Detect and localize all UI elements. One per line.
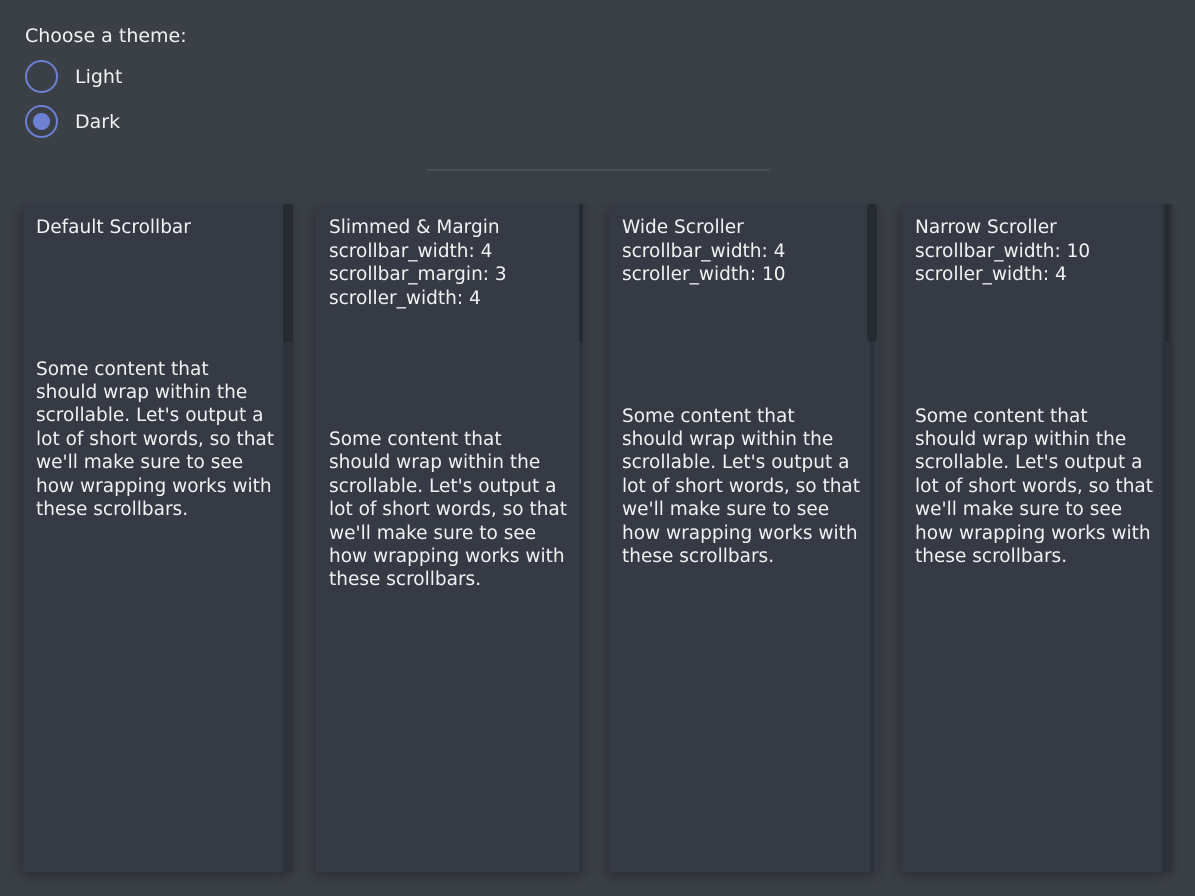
panel-title: Wide Scroller	[622, 216, 879, 240]
panel-header: Narrow Scroller scrollbar_width: 10 scro…	[915, 216, 1172, 287]
scroll-panel-wide-scroller[interactable]: Wide Scroller scrollbar_width: 4 scrolle…	[609, 204, 879, 872]
panel-body-text: Some content that should wrap within the…	[915, 405, 1154, 569]
horizontal-divider	[426, 169, 770, 171]
scroll-panel-slimmed-margin[interactable]: Slimmed & Margin scrollbar_width: 4 scro…	[316, 204, 586, 872]
panel-config-line: scrollbar_margin: 3	[329, 263, 586, 287]
scrollbar-thumb[interactable]	[579, 204, 583, 342]
panel-body-text: Some content that should wrap within the…	[329, 428, 568, 592]
radio-option-dark[interactable]: Dark	[25, 105, 1195, 138]
panel-title: Default Scrollbar	[36, 216, 293, 240]
scrollbar-thumb[interactable]	[1165, 204, 1169, 342]
radio-option-light-label: Light	[75, 66, 122, 88]
panel-body-text: Some content that should wrap within the…	[36, 358, 275, 522]
theme-chooser: Choose a theme: Light Dark	[0, 0, 1195, 138]
theme-prompt: Choose a theme:	[25, 25, 1195, 47]
panel-content: Slimmed & Margin scrollbar_width: 4 scro…	[316, 204, 586, 592]
radio-selected-icon[interactable]	[25, 105, 58, 138]
panel-config-line: scrollbar_width: 10	[915, 240, 1172, 264]
scroll-panel-default-scrollbar[interactable]: Default Scrollbar Some content that shou…	[23, 204, 293, 872]
scrollbar-thumb[interactable]	[867, 204, 877, 342]
panel-header: Wide Scroller scrollbar_width: 4 scrolle…	[622, 216, 879, 287]
panel-title: Slimmed & Margin	[329, 216, 586, 240]
scrollbar-thumb[interactable]	[283, 204, 293, 342]
radio-unselected-icon[interactable]	[25, 60, 58, 93]
app-window: Choose a theme: Light Dark Default Scrol…	[0, 0, 1195, 896]
scroll-panel-narrow-scroller[interactable]: Narrow Scroller scrollbar_width: 10 scro…	[902, 204, 1172, 872]
radio-option-light[interactable]: Light	[25, 60, 1195, 93]
panel-content: Narrow Scroller scrollbar_width: 10 scro…	[902, 204, 1172, 568]
panel-config-line: scroller_width: 4	[915, 263, 1172, 287]
panel-config-line: scroller_width: 4	[329, 287, 586, 311]
panel-content: Wide Scroller scrollbar_width: 4 scrolle…	[609, 204, 879, 568]
panel-config-line: scrollbar_width: 4	[329, 240, 586, 264]
panel-body-text: Some content that should wrap within the…	[622, 405, 861, 569]
panel-header: Default Scrollbar	[36, 216, 293, 240]
panel-title: Narrow Scroller	[915, 216, 1172, 240]
panel-config-line: scroller_width: 10	[622, 263, 879, 287]
radio-option-dark-label: Dark	[75, 111, 120, 133]
scrollbar-demo-panels: Default Scrollbar Some content that shou…	[0, 204, 1195, 872]
panel-header: Slimmed & Margin scrollbar_width: 4 scro…	[329, 216, 586, 310]
radio-dot	[33, 113, 50, 130]
panel-content: Default Scrollbar Some content that shou…	[23, 204, 293, 521]
panel-config-line: scrollbar_width: 4	[622, 240, 879, 264]
